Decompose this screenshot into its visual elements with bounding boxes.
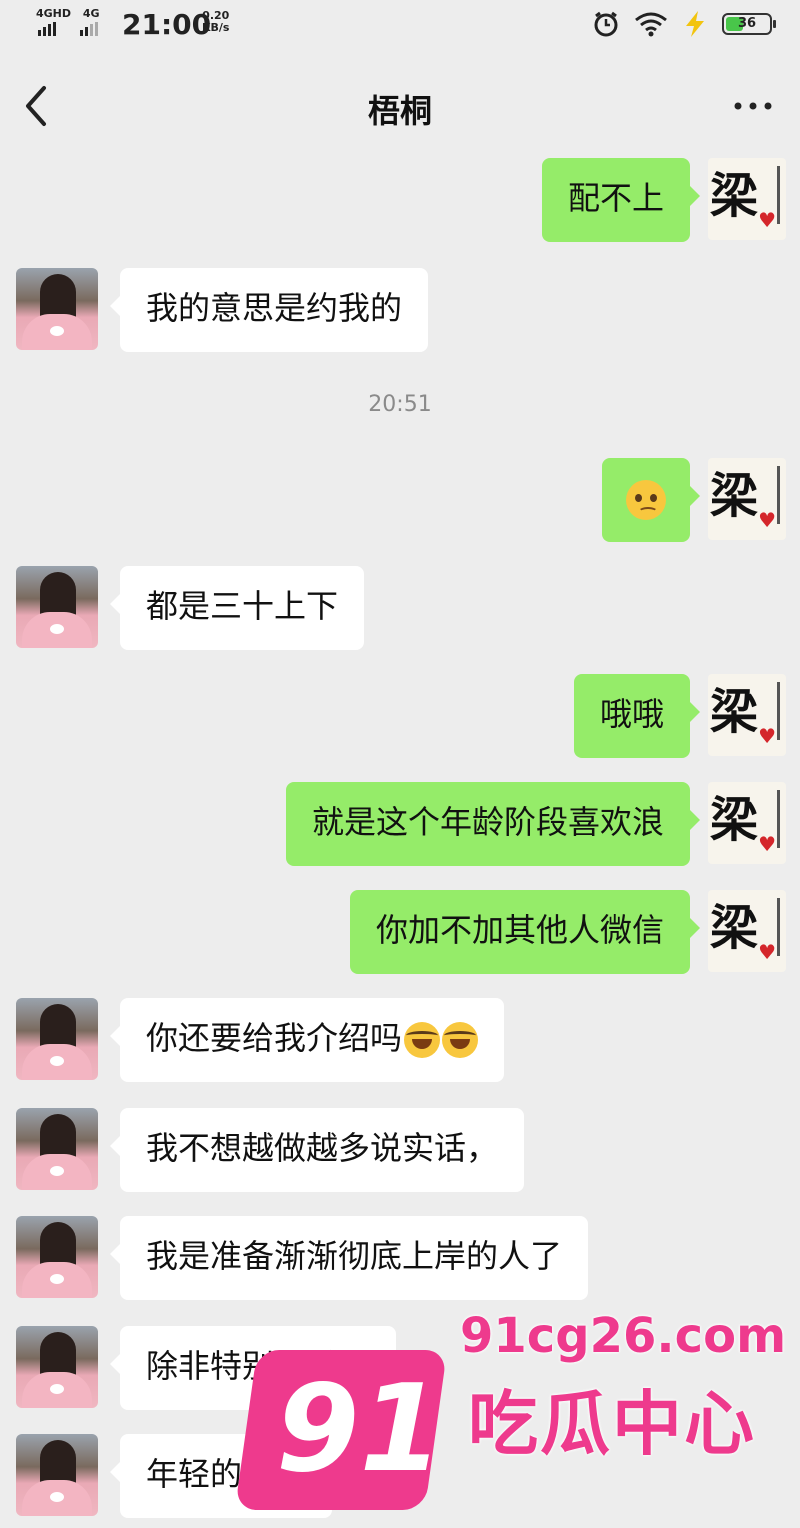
message-bubble-incoming[interactable]: 我的意思是约我的 xyxy=(109,268,429,352)
message-text: 就是这个年龄阶段喜欢浪 xyxy=(311,803,664,841)
avatar-glyph: 梁 xyxy=(710,468,759,524)
message-bubble-outgoing[interactable]: 你加不加其他人微信 xyxy=(349,890,701,974)
message-bubble-outgoing[interactable]: 配不上 xyxy=(541,158,701,242)
message-bubble-incoming[interactable]: 我不想越做越多说实话， xyxy=(109,1108,525,1192)
message-bubble-incoming[interactable]: 我是准备渐渐彻底上岸的人了 xyxy=(109,1216,589,1300)
network-label-2: 4G xyxy=(82,7,100,20)
charging-bolt-icon xyxy=(686,11,704,37)
message-text: 我的意思是约我的 xyxy=(146,289,403,327)
message-bubble-outgoing[interactable]: 就是这个年龄阶段喜欢浪 xyxy=(285,782,701,866)
status-icons: 36 xyxy=(592,10,776,38)
battery-icon: 36 xyxy=(722,13,776,35)
contact-avatar[interactable] xyxy=(16,268,98,350)
avatar-glyph: 梁 xyxy=(710,792,759,848)
message-text: 配不上 xyxy=(567,179,664,217)
chat-timestamp: 20:51 xyxy=(368,392,432,417)
avatar-glyph: 梁 xyxy=(710,168,759,224)
message-bubble-outgoing[interactable] xyxy=(602,458,700,542)
my-avatar[interactable]: 梁 ♥ xyxy=(708,782,786,864)
avatar-glyph: 梁 xyxy=(710,900,759,956)
contact-avatar[interactable] xyxy=(16,1434,98,1516)
watermark-brand: 吃瓜中心 xyxy=(468,1383,756,1465)
alarm-clock-icon xyxy=(594,11,618,37)
message-text: 我是准备渐渐彻底上岸的人了 xyxy=(146,1237,563,1275)
message-bubble-incoming[interactable]: 都是三十上下 xyxy=(109,566,365,650)
signal-bars-1-icon xyxy=(38,22,56,36)
status-bar: 4GHD 4G 21:00 0.20 KB/s 36 xyxy=(0,0,800,50)
signal-bars-2-icon xyxy=(80,22,98,36)
contact-avatar[interactable] xyxy=(16,566,98,648)
watermark-url: 91cg26.com xyxy=(460,1308,787,1364)
network-indicator: 4GHD 4G xyxy=(36,8,100,19)
message-text: 你还要给我介绍吗 xyxy=(146,1019,403,1057)
contact-avatar[interactable] xyxy=(16,998,98,1080)
message-text: 你加不加其他人微信 xyxy=(375,911,664,949)
message-bubble-outgoing[interactable]: 哦哦 xyxy=(573,674,701,758)
message-text: 哦哦 xyxy=(599,695,664,733)
chat-title: 梧桐 xyxy=(367,92,432,130)
contact-avatar[interactable] xyxy=(16,1108,98,1190)
avatar-glyph: 梁 xyxy=(710,684,759,740)
battery-level: 36 xyxy=(737,16,757,31)
laughing-crying-emoji-icon xyxy=(404,1022,441,1058)
network-speed-unit: KB/s xyxy=(202,21,230,34)
message-text: 我不想越做越多说实话， xyxy=(146,1129,499,1167)
wifi-icon xyxy=(635,12,667,37)
message-bubble-incoming[interactable]: 你还要给我介绍吗 xyxy=(109,998,505,1082)
message-text: 都是三十上下 xyxy=(146,587,339,625)
clock-time: 21:00 xyxy=(122,8,212,41)
woozy-face-emoji-icon xyxy=(626,480,666,520)
watermark-number: 91 xyxy=(276,1360,443,1499)
my-avatar[interactable]: 梁 ♥ xyxy=(708,458,786,540)
chat-header: 梧桐 xyxy=(0,60,800,150)
my-avatar[interactable]: 梁 ♥ xyxy=(708,674,786,756)
network-label-1: 4GHD xyxy=(36,7,72,20)
contact-avatar[interactable] xyxy=(16,1326,98,1408)
my-avatar[interactable]: 梁 ♥ xyxy=(708,158,786,240)
network-speed: 0.20 KB/s xyxy=(202,10,229,34)
my-avatar[interactable]: 梁 ♥ xyxy=(708,890,786,972)
more-options-icon[interactable] xyxy=(728,82,778,130)
laughing-crying-emoji-icon xyxy=(442,1022,479,1058)
contact-avatar[interactable] xyxy=(16,1216,98,1298)
